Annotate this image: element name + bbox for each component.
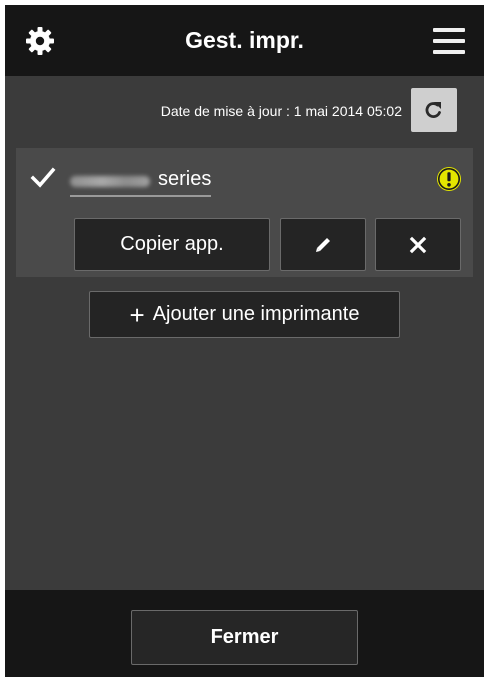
printer-name-link[interactable]: series	[70, 164, 212, 197]
refresh-button[interactable]	[411, 88, 457, 132]
delete-printer-button[interactable]	[375, 218, 461, 271]
add-printer-button[interactable]: + Ajouter une imprimante	[89, 291, 400, 338]
add-printer-label: Ajouter une imprimante	[152, 303, 360, 325]
refresh-icon	[425, 102, 441, 118]
copy-settings-button[interactable]: Copier app.	[74, 218, 270, 271]
printer-management-screen: Gest. impr. Date de mise à jour : 1 mai …	[5, 5, 484, 677]
warning-icon[interactable]	[436, 166, 462, 192]
footer-bar: Fermer	[5, 590, 484, 677]
close-button[interactable]: Fermer	[131, 610, 358, 665]
plus-icon: +	[129, 299, 145, 330]
hamburger-menu-icon[interactable]	[433, 28, 465, 54]
close-icon	[409, 236, 427, 253]
printer-series-label: series	[158, 168, 212, 190]
last-update-text: Date de mise à jour : 1 mai 2014 05:02	[160, 103, 402, 119]
check-icon	[30, 167, 56, 188]
edit-printer-button[interactable]	[280, 218, 366, 271]
page-title: Gest. impr.	[185, 27, 304, 53]
printer-list-item: series Copier app.	[16, 148, 473, 277]
app-header: Gest. impr.	[5, 5, 484, 76]
pencil-icon	[316, 237, 330, 252]
redacted-model-name	[70, 175, 150, 187]
